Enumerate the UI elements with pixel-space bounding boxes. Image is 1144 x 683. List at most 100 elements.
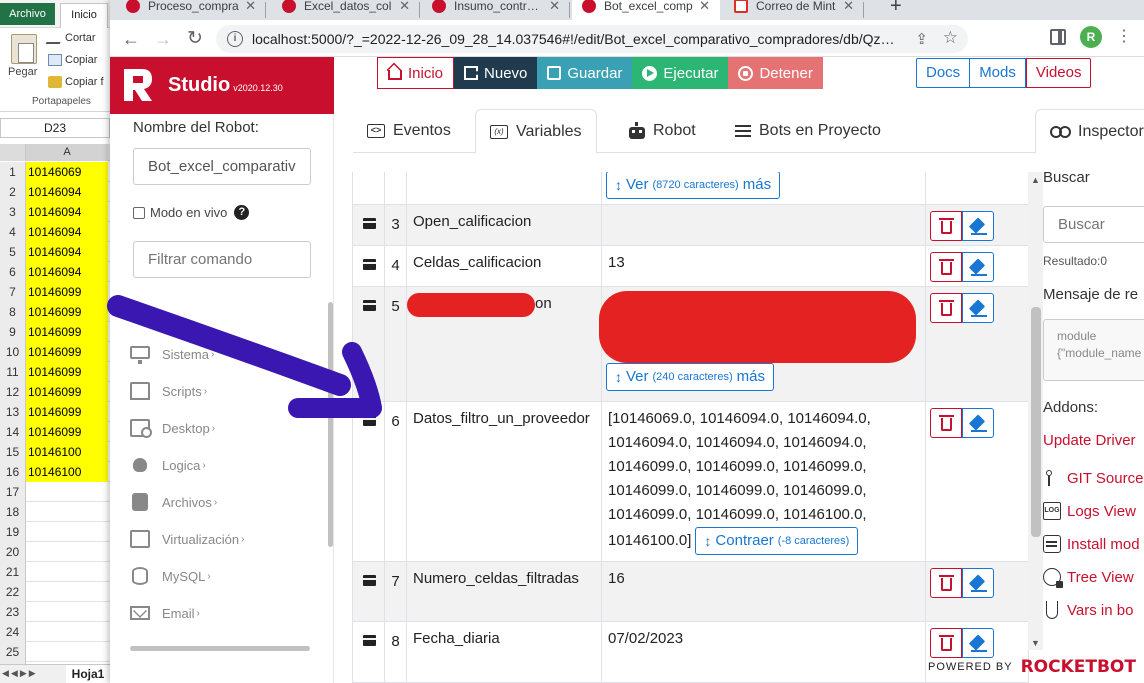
clear-variable-button[interactable] [962, 211, 994, 241]
excel-cell[interactable]: 10146099 [26, 302, 108, 322]
browser-tab[interactable]: Bot_excel_comp ✕ [572, 0, 720, 20]
excel-row-number[interactable]: 7 [0, 282, 26, 302]
excel-cell[interactable]: 10146099 [26, 422, 108, 442]
close-tab-icon[interactable]: ✕ [549, 0, 560, 14]
excel-select-all[interactable] [0, 144, 26, 161]
inspector-search-input[interactable] [1043, 206, 1144, 243]
excel-cell[interactable] [26, 502, 108, 522]
live-mode-toggle[interactable]: Modo en vivo ? [133, 205, 250, 220]
variable-name[interactable]: Datos_filtro_un_proveedor [407, 402, 602, 561]
excel-row-number[interactable]: 15 [0, 442, 26, 462]
excel-cell[interactable] [26, 642, 108, 662]
command-category[interactable]: MySQL › [130, 564, 211, 588]
excel-row-number[interactable]: 18 [0, 502, 26, 522]
delete-variable-button[interactable] [930, 568, 962, 598]
ejecutar-button[interactable]: Ejecutar [632, 57, 729, 89]
variable-name[interactable] [407, 172, 602, 204]
addon-link[interactable]: Vars in bo [1043, 601, 1133, 619]
excel-cell[interactable] [26, 482, 108, 502]
excel-cell[interactable] [26, 562, 108, 582]
delete-variable-button[interactable] [930, 211, 962, 241]
excel-cut-button[interactable]: Cortar [45, 32, 96, 44]
sheet-nav-arrows-icon[interactable]: ◀◀▶▶ [2, 668, 38, 679]
addon-link[interactable]: GIT Source [1043, 469, 1143, 487]
kebab-menu-icon[interactable]: ⋮ [1116, 26, 1132, 46]
nuevo-button[interactable]: Nuevo [454, 57, 538, 89]
excel-cell[interactable] [26, 622, 108, 642]
excel-row-number[interactable]: 24 [0, 622, 26, 642]
excel-row-number[interactable]: 1 [0, 162, 26, 182]
variable-value[interactable] [602, 205, 926, 245]
clear-variable-button[interactable] [962, 628, 994, 658]
addon-link[interactable]: Tree View [1043, 568, 1134, 588]
variable-name[interactable]: Numero_celdas_filtradas [407, 562, 602, 621]
excel-cell[interactable]: 10146100 [26, 442, 108, 462]
reload-icon[interactable]: ↻ [184, 28, 206, 50]
excel-cell[interactable] [26, 602, 108, 622]
excel-row-number[interactable]: 17 [0, 482, 26, 502]
excel-row-number[interactable]: 10 [0, 342, 26, 362]
excel-row-number[interactable]: 16 [0, 462, 26, 482]
excel-cell[interactable] [26, 582, 108, 602]
guardar-button[interactable]: Guardar [537, 57, 633, 89]
clear-variable-button[interactable] [962, 293, 994, 323]
scroll-down-icon[interactable]: ▼ [1031, 638, 1040, 648]
variable-value[interactable]: 16 [602, 562, 926, 621]
excel-row-number[interactable]: 2 [0, 182, 26, 202]
excel-row-number[interactable]: 13 [0, 402, 26, 422]
clear-variable-button[interactable] [962, 568, 994, 598]
excel-row-number[interactable]: 23 [0, 602, 26, 622]
close-tab-icon[interactable]: ✕ [399, 0, 410, 14]
excel-cell[interactable]: 10146094 [26, 262, 108, 282]
addon-link[interactable]: Install mod [1043, 535, 1140, 553]
sidebar-horizontal-scrollbar[interactable] [130, 646, 310, 651]
variable-value[interactable]: [10146069.0, 10146094.0, 10146094.0, 101… [602, 402, 926, 561]
excel-row-number[interactable]: 5 [0, 242, 26, 262]
videos-button[interactable]: Videos [1025, 58, 1092, 88]
address-bar[interactable]: i localhost:5000/?_=2022-12-26_09_28_14.… [216, 25, 968, 53]
excel-cell[interactable]: 10146094 [26, 182, 108, 202]
excel-row-number[interactable]: 12 [0, 382, 26, 402]
studio-logo[interactable]: Studio v2020.12.30 [110, 57, 334, 114]
excel-row-number[interactable]: 25 [0, 642, 26, 662]
command-category[interactable]: Archivos › [130, 490, 217, 514]
browser-tab[interactable]: Insumo_contrato ✕ [422, 0, 570, 20]
live-mode-checkbox[interactable] [133, 206, 145, 219]
bookmark-star-icon[interactable]: ☆ [943, 28, 958, 48]
excel-cell[interactable]: 10146099 [26, 342, 108, 362]
sidebar-scrollbar[interactable] [328, 302, 333, 547]
variables-scroll-thumb[interactable] [1031, 307, 1041, 537]
excel-row-number[interactable]: 14 [0, 422, 26, 442]
tab-eventos[interactable]: <> Eventos [353, 109, 465, 153]
mods-button[interactable]: Mods [970, 58, 1026, 88]
tab-variables[interactable]: (x) Variables [475, 109, 597, 154]
command-category[interactable]: Desktop › [130, 416, 215, 440]
variable-name[interactable]: Open_calificacion [407, 205, 602, 245]
delete-variable-button[interactable] [930, 293, 962, 323]
browser-tab[interactable]: Correo de Mint ✕ [724, 0, 864, 20]
variables-scrollbar[interactable]: ▲ ▼ [1028, 172, 1044, 650]
contraer-button[interactable]: ↕ Contraer (-8 caracteres) [695, 527, 859, 555]
command-category[interactable]: Email › [130, 601, 200, 625]
excel-tab-inicio[interactable]: Inicio [60, 3, 108, 28]
command-category[interactable]: Scripts › [130, 379, 207, 403]
help-icon[interactable]: ? [234, 205, 250, 220]
variable-value[interactable]: ↕ Ver (8720 caracteres) más [602, 172, 926, 204]
excel-format-painter-button[interactable]: Copiar f [48, 76, 104, 88]
filter-command-input[interactable] [133, 241, 311, 278]
excel-cell[interactable]: 10146099 [26, 382, 108, 402]
excel-column-a-header[interactable]: A [26, 144, 108, 161]
inspector-message-box[interactable]: module {"module_name [1043, 319, 1144, 381]
command-category[interactable]: Logica › [130, 453, 206, 477]
variable-name[interactable]: Fecha_diaria [407, 622, 602, 682]
delete-variable-button[interactable] [930, 628, 962, 658]
excel-cell[interactable]: 10146094 [26, 202, 108, 222]
close-tab-icon[interactable]: ✕ [245, 0, 256, 14]
excel-row-number[interactable]: 22 [0, 582, 26, 602]
close-tab-icon[interactable]: ✕ [699, 0, 710, 14]
excel-cell[interactable]: 10146099 [26, 362, 108, 382]
excel-cell[interactable]: 10146099 [26, 282, 108, 302]
tab-inspector[interactable]: Inspector [1035, 109, 1144, 154]
excel-row-number[interactable]: 6 [0, 262, 26, 282]
excel-row-number[interactable]: 21 [0, 562, 26, 582]
